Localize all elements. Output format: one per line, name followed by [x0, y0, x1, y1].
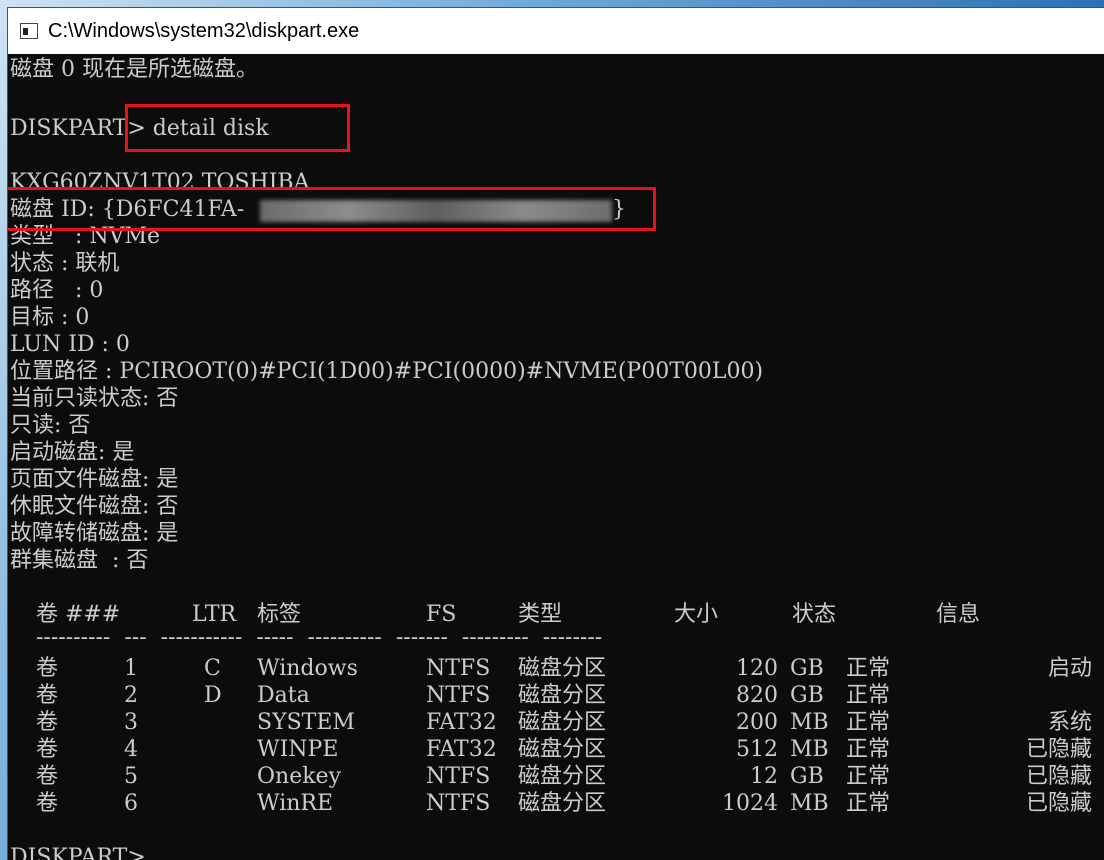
cell-unit: GB [790, 683, 824, 708]
cell-type: 磁盘分区 [518, 764, 607, 789]
disk-target-line: 目标 : 0 [10, 305, 90, 330]
cell-type: 磁盘分区 [518, 683, 607, 708]
cell-number: 2 [124, 683, 138, 708]
disk-hibernation-line: 休眠文件磁盘: 否 [10, 494, 179, 519]
cell-label: Onekey [257, 764, 342, 789]
cell-label: Windows [257, 656, 358, 681]
cell-status: 正常 [846, 764, 891, 789]
console-output[interactable]: 磁盘 0 现在是所选磁盘。 DISKPART> detail disk KXG6… [8, 54, 1104, 860]
col-header-info: 信息 [936, 602, 981, 627]
console-line: 磁盘 0 现在是所选磁盘。 [10, 57, 258, 82]
cell-size: 12 [750, 764, 778, 789]
cell-info: 启动 [1047, 656, 1092, 681]
cell-label: SYSTEM [257, 710, 355, 735]
cell-ltr: D [204, 683, 222, 708]
cell-status: 正常 [846, 683, 891, 708]
cell-size: 512 [736, 737, 778, 762]
cell-info: 已隐藏 [1025, 764, 1092, 789]
cell-size: 820 [736, 683, 778, 708]
cell-unit: MB [790, 791, 829, 816]
cell-number: 3 [124, 710, 138, 735]
cell-number: 1 [124, 656, 138, 681]
cell-fs: NTFS [426, 656, 491, 681]
disk-boot-line: 启动磁盘: 是 [10, 440, 135, 465]
cell-volume: 卷 [36, 737, 59, 762]
cell-label: WINPE [257, 737, 339, 762]
cell-type: 磁盘分区 [518, 656, 607, 681]
cell-number: 6 [124, 791, 138, 816]
cell-number: 4 [124, 737, 138, 762]
cell-status: 正常 [846, 656, 891, 681]
cell-unit: MB [790, 710, 829, 735]
col-header-status: 状态 [792, 602, 837, 627]
cell-type: 磁盘分区 [518, 791, 607, 816]
disk-location-path-line: 位置路径 : PCIROOT(0)#PCI(1D00)#PCI(0000)#NV… [10, 359, 764, 384]
highlight-command-box [125, 104, 350, 152]
diskpart-prompt: DISKPART> [10, 845, 146, 860]
disk-current-readonly-line: 当前只读状态: 否 [10, 386, 179, 411]
console-app-icon [20, 23, 38, 39]
cell-info: 系统 [1047, 710, 1092, 735]
col-header-size: 大小 [674, 602, 719, 627]
header-separator: ---------- --- ----------- ----- -------… [36, 625, 603, 650]
disk-lun-line: LUN ID : 0 [10, 332, 130, 357]
cell-volume: 卷 [36, 710, 59, 735]
highlight-disk-id-box [8, 187, 656, 231]
cell-type: 磁盘分区 [518, 737, 607, 762]
cell-info: 已隐藏 [1025, 737, 1092, 762]
cell-number: 5 [124, 764, 138, 789]
cell-fs: FAT32 [426, 737, 497, 762]
disk-path-line: 路径 : 0 [10, 278, 104, 303]
cell-info [1008, 682, 1092, 709]
cell-fs: NTFS [426, 764, 491, 789]
cell-type: 磁盘分区 [518, 710, 607, 735]
cell-status: 正常 [846, 791, 891, 816]
cell-label: Data [257, 683, 310, 708]
disk-crashdump-line: 故障转储磁盘: 是 [10, 521, 179, 546]
cell-fs: FAT32 [426, 710, 497, 735]
window-title: C:\Windows\system32\diskpart.exe [48, 19, 360, 42]
cell-volume: 卷 [36, 656, 59, 681]
disk-pagefile-line: 页面文件磁盘: 是 [10, 467, 179, 492]
cell-size: 120 [736, 656, 778, 681]
disk-cluster-line: 群集磁盘 : 否 [10, 548, 149, 573]
cell-volume: 卷 [36, 791, 59, 816]
cell-volume: 卷 [36, 764, 59, 789]
cell-info: 已隐藏 [1025, 791, 1092, 816]
cell-fs: NTFS [426, 683, 491, 708]
cell-unit: GB [790, 656, 824, 681]
cell-ltr: C [204, 656, 221, 681]
title-bar[interactable]: C:\Windows\system32\diskpart.exe [8, 8, 1104, 54]
cell-size: 1024 [722, 791, 778, 816]
cell-size: 200 [736, 710, 778, 735]
cell-status: 正常 [846, 737, 891, 762]
cell-fs: NTFS [426, 791, 491, 816]
cell-status: 正常 [846, 710, 891, 735]
cell-label: WinRE [257, 791, 334, 816]
cell-unit: GB [790, 764, 824, 789]
cell-unit: MB [790, 737, 829, 762]
console-window[interactable]: C:\Windows\system32\diskpart.exe 磁盘 0 现在… [8, 8, 1104, 860]
disk-status-line: 状态 : 联机 [10, 251, 120, 276]
cell-volume: 卷 [36, 683, 59, 708]
disk-readonly-line: 只读: 否 [10, 413, 91, 438]
